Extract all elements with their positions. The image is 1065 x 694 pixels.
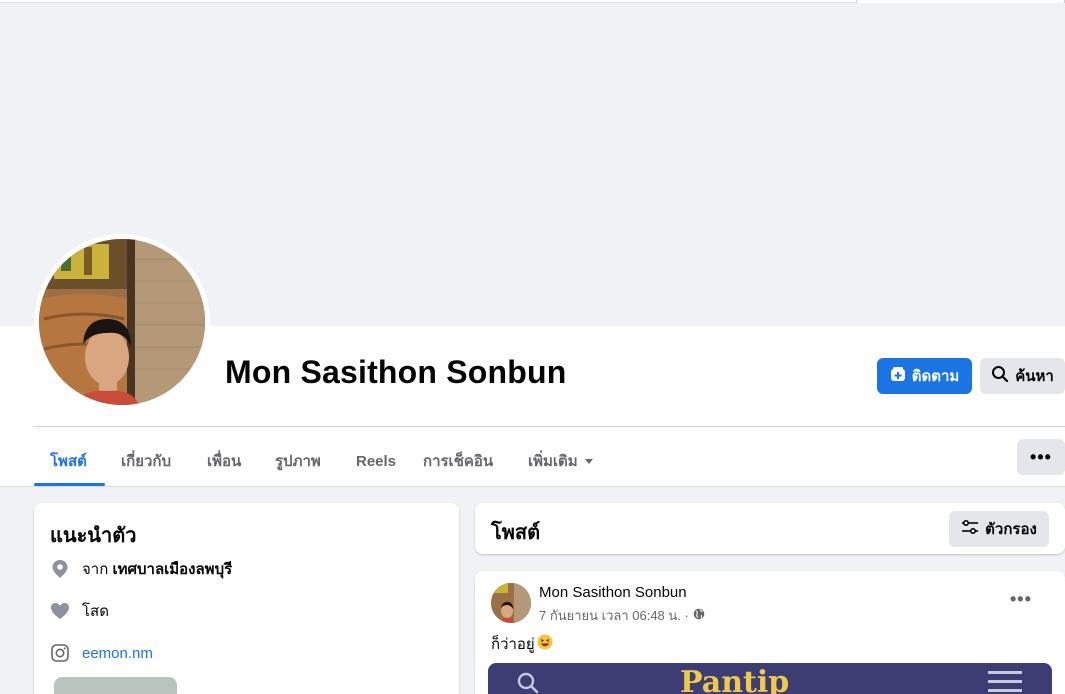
post-card: Mon Sasithon Sonbun 7 กันยายน เวลา 06:48… — [475, 571, 1065, 694]
tab-more[interactable]: เพิ่มเติม — [528, 438, 594, 484]
intro-hometown: จาก เทศบาลเมืองลพบุรี — [50, 557, 232, 581]
active-tab-indicator — [34, 483, 105, 486]
posts-title: โพสต์ — [491, 522, 541, 544]
hometown-value[interactable]: เทศบาลเมืองลพบุรี — [112, 561, 232, 578]
tab-friends[interactable]: เพื่อน — [207, 438, 241, 484]
laughing-emoji-icon — [537, 634, 553, 654]
filter-button[interactable]: ตัวกรอง — [949, 511, 1049, 547]
menu-icon — [988, 669, 1022, 694]
tab-photos[interactable]: รูปภาพ — [275, 438, 321, 484]
search-icon — [516, 671, 540, 694]
post-author-photo — [491, 583, 531, 623]
filter-label: ตัวกรอง — [985, 521, 1037, 538]
intro-instagram: eemon.nm — [50, 641, 153, 665]
tab-label: รูปภาพ — [275, 453, 321, 470]
instagram-link[interactable]: eemon.nm — [82, 645, 153, 662]
posts-header-card: โพสต์ ตัวกรอง — [475, 503, 1065, 554]
intro-title: แนะนำตัว — [50, 525, 137, 547]
tab-label: เพื่อน — [207, 453, 242, 470]
follow-label: ติดตาม — [911, 368, 960, 385]
search-profile-button[interactable]: ค้นหา — [980, 358, 1065, 394]
post-meta: 7 กันยายน เวลา 06:48 น. · — [539, 605, 705, 626]
filter-sliders-icon — [961, 519, 979, 538]
post-text: ก็ว่าอยู่ — [491, 632, 553, 656]
profile-avatar[interactable] — [39, 239, 205, 405]
hometown-prefix: จาก — [82, 561, 109, 578]
tab-posts[interactable]: โพสต์ — [50, 438, 87, 484]
post-author-avatar[interactable] — [491, 583, 531, 623]
heart-icon — [50, 601, 70, 621]
header-divider — [34, 426, 1065, 427]
instagram-icon — [50, 643, 70, 663]
pantip-logo: Pantip — [680, 665, 790, 694]
featured-photo[interactable] — [54, 677, 177, 694]
post-text-content: ก็ว่าอยู่ — [491, 636, 535, 653]
search-label: ค้นหา — [1015, 368, 1054, 385]
caret-down-icon — [584, 453, 594, 470]
tab-label: Reels — [356, 452, 397, 470]
post-options-button[interactable]: ••• — [1010, 589, 1032, 610]
tab-checkins[interactable]: การเช็คอิน — [423, 438, 493, 484]
post-timestamp[interactable]: 7 กันยายน เวลา 06:48 น. · — [539, 605, 689, 626]
intro-relationship: โสด — [50, 599, 109, 623]
post-image[interactable]: Pantip — [488, 663, 1052, 694]
intro-card: แนะนำตัว จาก เทศบาลเมืองลพบุรี โสด eemon… — [34, 503, 459, 694]
tab-label: เกี่ยวกับ — [121, 453, 172, 470]
follow-plus-icon — [890, 366, 906, 386]
follow-button[interactable]: ติดตาม — [877, 358, 972, 394]
location-pin-icon — [50, 559, 70, 579]
tab-label: การเช็คอิน — [423, 453, 494, 470]
post-author-name[interactable]: Mon Sasithon Sonbun — [539, 584, 687, 601]
profile-more-button[interactable]: ••• — [1017, 439, 1065, 475]
relationship-value: โสด — [82, 603, 109, 620]
tab-reels[interactable]: Reels — [356, 438, 396, 484]
tab-label: เพิ่มเติม — [528, 453, 578, 470]
profile-name: Mon Sasithon Sonbun — [225, 354, 567, 390]
more-dots: ••• — [1030, 446, 1052, 467]
search-icon — [991, 365, 1009, 387]
tab-label: โพสต์ — [50, 453, 87, 470]
tab-about[interactable]: เกี่ยวกับ — [121, 438, 171, 484]
globe-icon — [693, 608, 705, 623]
profile-photo — [39, 239, 205, 405]
